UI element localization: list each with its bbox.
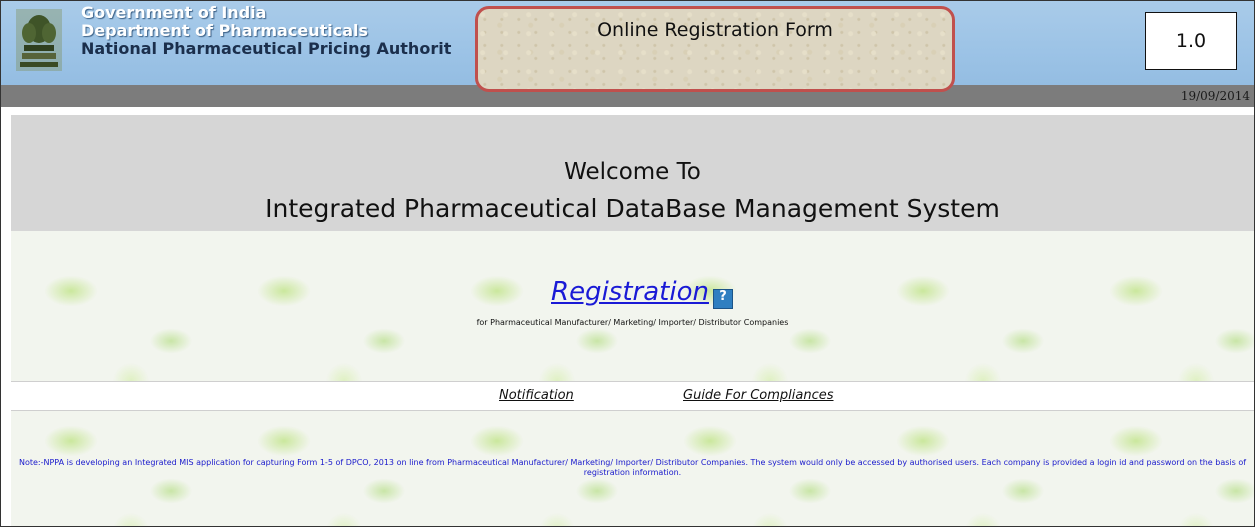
welcome-panel: Welcome To Integrated Pharmaceutical Dat…: [11, 115, 1254, 231]
form-title: Online Registration Form: [597, 19, 833, 41]
guide-for-compliances-link[interactable]: Guide For Compliances: [683, 388, 834, 403]
registration-subtitle: for Pharmaceutical Manufacturer/ Marketi…: [476, 318, 789, 327]
welcome-line: Welcome To: [564, 159, 701, 185]
emblem-icon: [16, 9, 62, 71]
registration-area: Registration ? for Pharmaceutical Manufa…: [11, 231, 1254, 381]
background-pattern: Registration ? for Pharmaceutical Manufa…: [11, 231, 1254, 526]
form-title-box: Online Registration Form: [475, 6, 955, 92]
links-strip: Notification Guide For Compliances: [11, 381, 1254, 411]
org-line-department: Department of Pharmaceuticals: [81, 21, 368, 40]
help-icon-glyph: ?: [719, 289, 727, 304]
help-icon[interactable]: ?: [713, 289, 733, 309]
page-frame: Government of India Department of Pharma…: [0, 0, 1255, 527]
version-box: 1.0: [1145, 12, 1237, 70]
registration-link[interactable]: Registration: [551, 277, 709, 307]
org-line-government: Government of India: [81, 3, 267, 22]
notification-link[interactable]: Notification: [499, 388, 574, 403]
current-date: 19/09/2014: [1180, 89, 1250, 103]
org-line-authority: National Pharmaceutical Pricing Authorit: [81, 39, 452, 58]
note-text: Note:-NPPA is developing an Integrated M…: [18, 458, 1247, 477]
system-name: Integrated Pharmaceutical DataBase Manag…: [265, 194, 1000, 223]
org-name: Government of India Department of Pharma…: [81, 4, 451, 58]
